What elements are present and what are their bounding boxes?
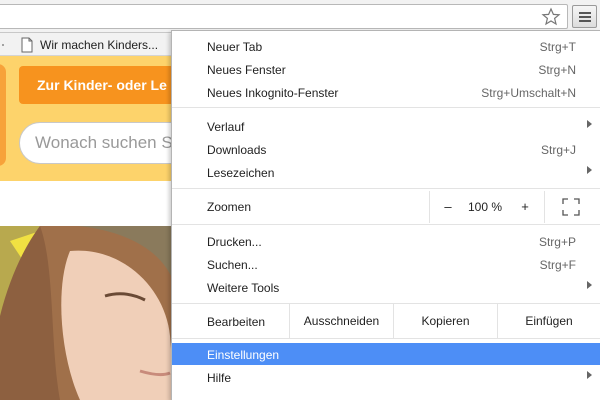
fullscreen-icon[interactable] — [562, 198, 580, 216]
menu-item-downloads[interactable]: Downloads Strg+J — [172, 138, 600, 160]
menu-item-shortcut: Strg+N — [538, 63, 576, 77]
submenu-arrow-icon — [587, 120, 592, 128]
chrome-menu: Neuer Tab Strg+T Neues Fenster Strg+N Ne… — [171, 30, 600, 400]
menu-separator — [172, 224, 600, 225]
menu-item-label: Hilfe — [207, 371, 232, 385]
menu-item-shortcut: Strg+T — [539, 40, 576, 54]
menu-item-settings[interactable]: Einstellungen — [172, 343, 600, 365]
paste-button[interactable]: Einfügen — [497, 304, 600, 338]
menu-item-label: Neues Fenster — [207, 63, 286, 77]
submenu-arrow-icon — [587, 166, 592, 174]
menu-item-label: Lesezeichen — [207, 166, 275, 180]
address-bar[interactable] — [0, 4, 568, 29]
chrome-menu-button[interactable] — [572, 5, 597, 28]
menu-item-new-incognito-window[interactable]: Neues Inkognito-Fenster Strg+Umschalt+N — [172, 81, 600, 103]
zoom-out-button[interactable]: – — [440, 199, 456, 214]
bookmark-item[interactable]: Wir machen Kinders... — [20, 33, 158, 56]
menu-item-label: Einstellungen — [207, 348, 280, 362]
menu-item-label: Neues Inkognito-Fenster — [207, 86, 339, 100]
edit-row: Bearbeiten Ausschneiden Kopieren Einfüge… — [172, 304, 600, 338]
hero-photo — [0, 226, 175, 400]
menu-item-find[interactable]: Suchen... Strg+F — [172, 253, 600, 275]
menu-item-label: Suchen... — [207, 258, 258, 272]
copy-button[interactable]: Kopieren — [393, 304, 497, 338]
menu-item-label: Downloads — [207, 143, 267, 157]
menu-separator — [172, 107, 600, 108]
cut-button[interactable]: Ausschneiden — [289, 304, 393, 338]
menu-item-bookmarks[interactable]: Lesezeichen — [172, 161, 600, 183]
zoom-label: Zoomen — [207, 200, 252, 214]
submenu-arrow-icon — [587, 281, 592, 289]
zoom-level: 100 % — [467, 200, 503, 214]
menu-item-label: Neuer Tab — [207, 40, 263, 54]
menu-item-more-tools[interactable]: Weitere Tools — [172, 276, 600, 298]
zoom-row: Zoomen – 100 % + — [172, 191, 600, 223]
menu-item-shortcut: Strg+P — [538, 235, 576, 249]
zoom-divider — [429, 191, 430, 223]
menu-separator — [172, 188, 600, 189]
header-orange-panel — [0, 64, 6, 166]
page-icon — [21, 37, 33, 52]
zoom-in-button[interactable]: + — [517, 199, 533, 214]
menu-item-new-window[interactable]: Neues Fenster Strg+N — [172, 58, 600, 80]
zoom-divider — [544, 191, 545, 223]
menu-item-help[interactable]: Hilfe — [172, 366, 600, 388]
menu-item-label: Verlauf — [207, 120, 245, 134]
menu-item-label: Drucken... — [207, 235, 262, 249]
browser-toolbar — [0, 0, 600, 33]
separator-icon — [2, 43, 4, 46]
menu-item-new-tab[interactable]: Neuer Tab Strg+T — [172, 35, 600, 57]
menu-separator — [172, 338, 600, 339]
bookmark-label: Wir machen Kinders... — [40, 37, 159, 52]
menu-item-shortcut: Strg+F — [539, 258, 576, 272]
edit-label: Bearbeiten — [207, 315, 266, 329]
menu-item-shortcut: Strg+J — [540, 143, 576, 157]
menu-item-history[interactable]: Verlauf — [172, 115, 600, 137]
submenu-arrow-icon — [587, 371, 592, 379]
menu-item-shortcut: Strg+Umschalt+N — [481, 86, 576, 100]
star-icon[interactable] — [541, 7, 561, 27]
menu-item-print[interactable]: Drucken... Strg+P — [172, 230, 600, 252]
bookmark-overflow-left[interactable] — [0, 33, 8, 56]
menu-item-label: Weitere Tools — [207, 281, 280, 295]
